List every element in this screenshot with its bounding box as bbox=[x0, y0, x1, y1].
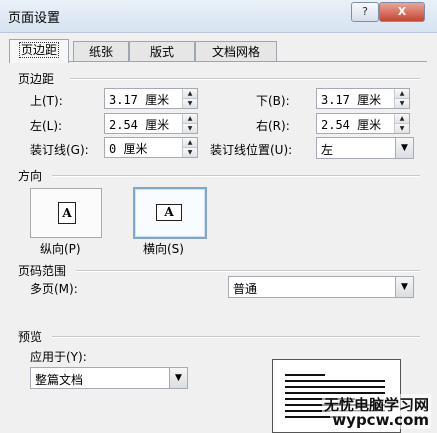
spin-down-icon[interactable]: ▼ bbox=[183, 124, 197, 133]
landscape-option[interactable]: A bbox=[133, 187, 207, 239]
spin-down-icon[interactable]: ▼ bbox=[183, 99, 197, 108]
gutter-spinner[interactable]: 0 厘米 ▲ ▼ bbox=[104, 137, 198, 158]
spin-up-icon[interactable]: ▲ bbox=[183, 114, 197, 124]
gutter-position-label: 装订线位置(U): bbox=[210, 143, 293, 157]
apply-to-select[interactable]: 整篇文档 ▼ bbox=[30, 367, 188, 389]
title-bar: 页面设置 ? X bbox=[0, 0, 437, 33]
right-margin-value: 2.54 厘米 bbox=[321, 118, 382, 132]
tab-paper[interactable]: 纸张 bbox=[73, 41, 129, 62]
spin-up-icon[interactable]: ▲ bbox=[395, 114, 409, 124]
chevron-down-icon[interactable]: ▼ bbox=[395, 277, 413, 297]
gutter-label: 装订线(G): bbox=[30, 143, 89, 157]
right-margin-spinner[interactable]: 2.54 厘米 ▲ ▼ bbox=[316, 113, 410, 134]
help-button[interactable]: ? bbox=[351, 2, 379, 22]
chevron-down-icon[interactable]: ▼ bbox=[395, 138, 413, 158]
left-margin-label: 左(L): bbox=[30, 119, 63, 133]
margins-section-label: 页边距 bbox=[18, 72, 55, 86]
portrait-page-icon: A bbox=[58, 202, 76, 224]
preview-text-line bbox=[285, 380, 385, 382]
preview-text-line bbox=[285, 374, 325, 376]
multiple-pages-label: 多页(M): bbox=[30, 282, 78, 296]
spin-down-icon[interactable]: ▼ bbox=[395, 99, 409, 108]
portrait-option[interactable]: A bbox=[30, 188, 102, 238]
preview-divider bbox=[52, 336, 420, 338]
gutter-position-select[interactable]: 左 ▼ bbox=[316, 137, 414, 159]
dialog-title: 页面设置 bbox=[8, 11, 61, 26]
landscape-label[interactable]: 横向(S) bbox=[143, 240, 184, 257]
preview-section-label: 预览 bbox=[18, 330, 43, 344]
pages-divider bbox=[76, 270, 420, 272]
close-button[interactable]: X bbox=[379, 2, 425, 22]
gutter-value: 0 厘米 bbox=[109, 142, 148, 156]
gutter-position-value: 左 bbox=[321, 143, 334, 157]
margins-divider bbox=[70, 78, 420, 80]
tab-layout[interactable]: 版式 bbox=[129, 41, 195, 62]
left-margin-value: 2.54 厘米 bbox=[109, 118, 170, 132]
chevron-down-icon[interactable]: ▼ bbox=[169, 368, 187, 388]
spin-up-icon[interactable]: ▲ bbox=[395, 89, 409, 99]
spin-up-icon[interactable]: ▲ bbox=[183, 138, 197, 148]
spin-down-icon[interactable]: ▼ bbox=[395, 124, 409, 133]
tab-document-grid[interactable]: 文档网格 bbox=[195, 41, 277, 62]
top-margin-label: 上(T): bbox=[30, 94, 63, 108]
page-setup-dialog: 页面设置 ? X 页边距 纸张 版式 文档网格 页边距 上(T): 3.17 厘… bbox=[0, 0, 437, 433]
top-margin-spinner[interactable]: 3.17 厘米 ▲ ▼ bbox=[104, 88, 198, 109]
apply-to-value: 整篇文档 bbox=[35, 373, 84, 387]
orientation-divider bbox=[52, 175, 420, 177]
spin-up-icon[interactable]: ▲ bbox=[183, 89, 197, 99]
left-margin-spinner[interactable]: 2.54 厘米 ▲ ▼ bbox=[104, 113, 198, 134]
portrait-label[interactable]: 纵向(P) bbox=[40, 240, 81, 257]
bottom-margin-spinner[interactable]: 3.17 厘米 ▲ ▼ bbox=[316, 88, 410, 109]
watermark-line2: wypcw.com bbox=[330, 411, 431, 429]
multiple-pages-value: 普通 bbox=[233, 282, 258, 296]
tab-margins[interactable]: 页边距 bbox=[9, 39, 69, 63]
landscape-page-icon: A bbox=[156, 204, 182, 221]
top-margin-value: 3.17 厘米 bbox=[109, 93, 170, 107]
tab-margins-label: 页边距 bbox=[18, 42, 59, 58]
bottom-margin-label: 下(B): bbox=[256, 94, 290, 108]
multiple-pages-select[interactable]: 普通 ▼ bbox=[228, 276, 414, 298]
bottom-margin-value: 3.17 厘米 bbox=[321, 93, 382, 107]
preview-text-line bbox=[285, 386, 385, 388]
right-margin-label: 右(R): bbox=[256, 119, 290, 133]
spin-down-icon[interactable]: ▼ bbox=[183, 148, 197, 157]
pages-section-label: 页码范围 bbox=[18, 264, 67, 278]
orientation-section-label: 方向 bbox=[18, 169, 43, 183]
apply-to-label: 应用于(Y): bbox=[30, 350, 87, 364]
